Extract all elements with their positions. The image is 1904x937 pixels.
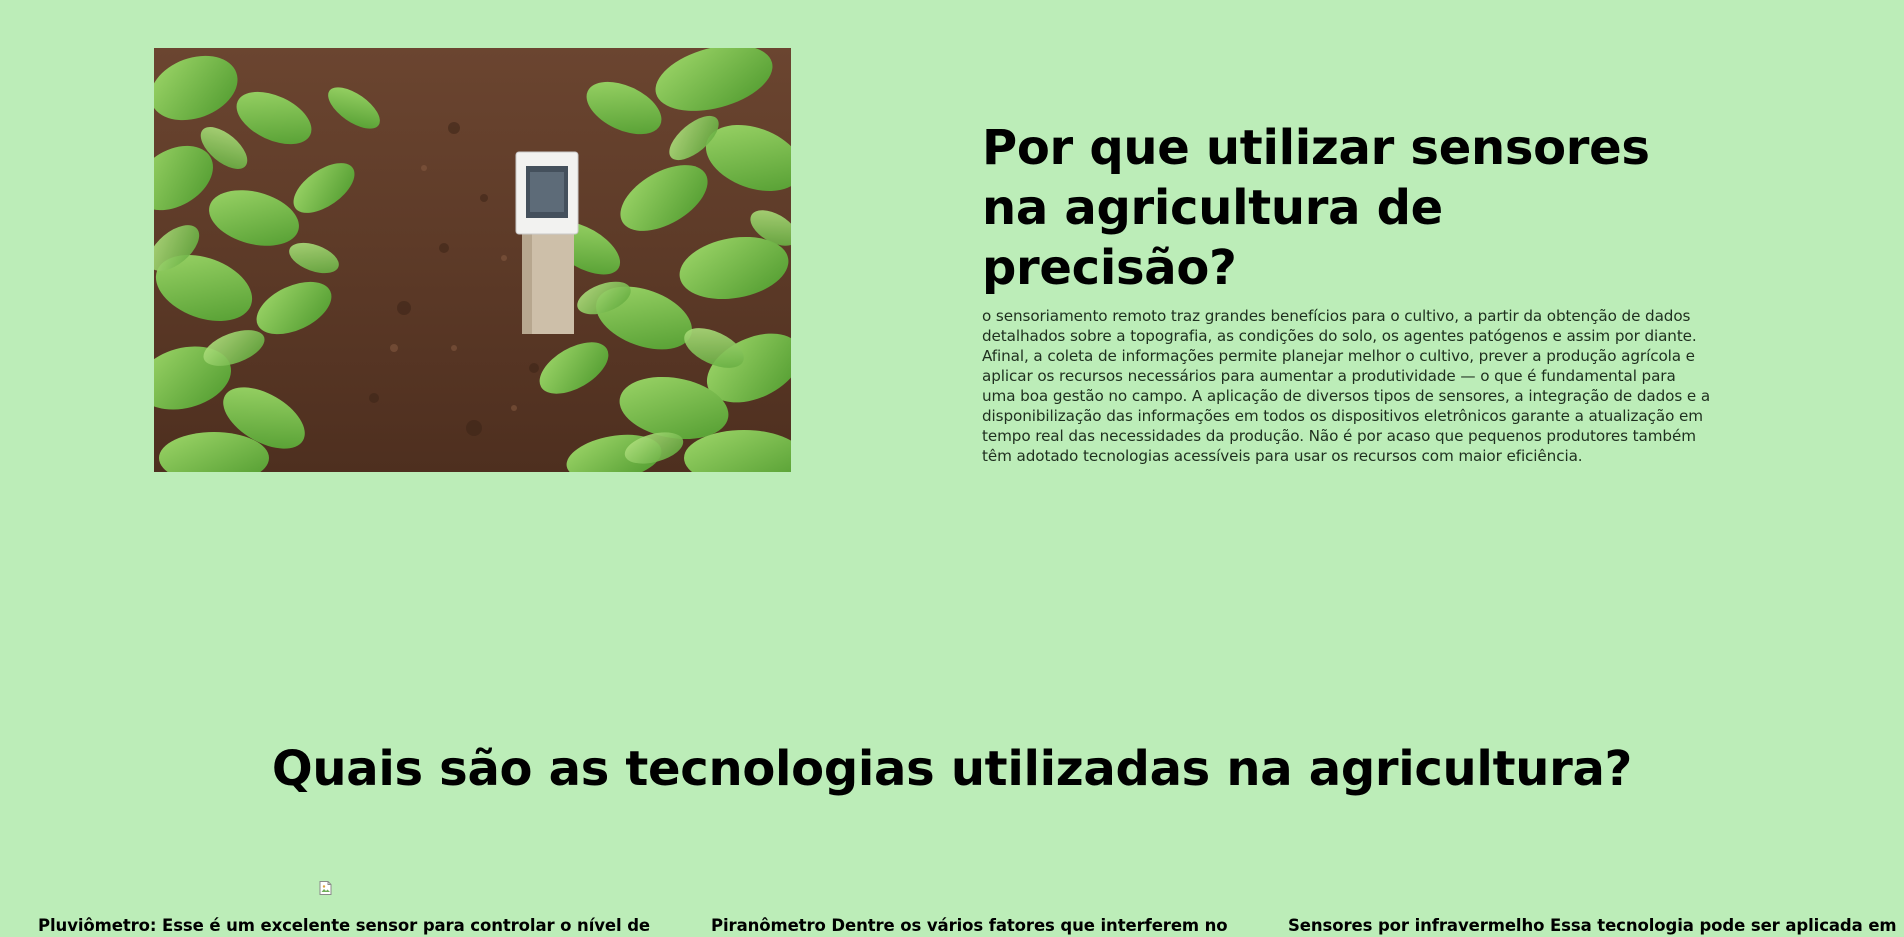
broken-image-icon bbox=[318, 880, 334, 896]
hero-paragraph: o sensoriamento remoto traz grandes bene… bbox=[982, 307, 1711, 465]
hero-title: Por que utilizar sensores na agricultura… bbox=[982, 120, 1650, 296]
hero-text-block: Por que utilizar sensores na agricultura… bbox=[982, 118, 1712, 466]
soil-sensor-stake bbox=[515, 151, 579, 334]
crop-field-photo bbox=[154, 48, 791, 472]
crop-field-image bbox=[154, 48, 791, 472]
technologies-heading: Quais são as tecnologias utilizadas na a… bbox=[271, 741, 1633, 797]
